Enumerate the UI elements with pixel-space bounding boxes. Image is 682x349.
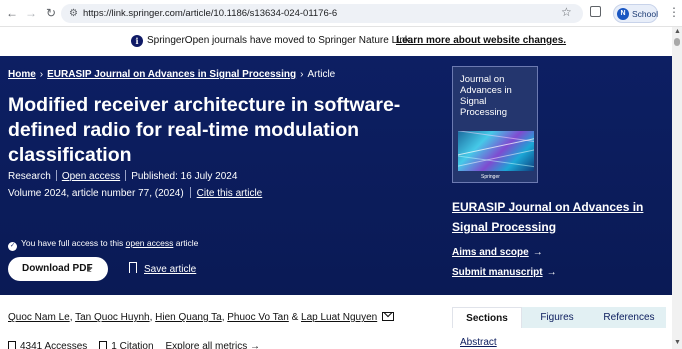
- citation-count: 1 Citation: [111, 341, 154, 349]
- check-circle-icon: ✓: [8, 242, 17, 251]
- access-note-link[interactable]: open access: [126, 238, 174, 248]
- download-pdf-button[interactable]: Download PDF ⤓: [8, 257, 108, 281]
- article-meta: Research Open access Published: 16 July 20…: [8, 170, 237, 183]
- cover-title: Journal on Advances in Signal Processing: [460, 74, 536, 118]
- published-date: Published: 16 July 2024: [131, 171, 238, 182]
- save-article-button[interactable]: Save article: [129, 262, 196, 277]
- profile-label: School: [632, 9, 658, 19]
- tab-references[interactable]: References: [592, 307, 666, 328]
- scroll-thumb[interactable]: [674, 38, 680, 46]
- cover-title-line: Journal on: [460, 74, 505, 85]
- author-link[interactable]: Lap Luat Nguyen: [301, 312, 377, 323]
- author-link[interactable]: Hien Quang Ta: [155, 312, 222, 323]
- browser-toolbar: ← → ↻ ⚙ https://link.springer.com/articl…: [0, 0, 682, 27]
- aims-scope-link[interactable]: Aims and scope →: [452, 246, 543, 259]
- explore-metrics-link[interactable]: Explore all metrics: [166, 341, 248, 349]
- bookmark-icon: [129, 262, 137, 273]
- bookmark-star-icon[interactable]: ☆: [561, 5, 572, 19]
- address-bar[interactable]: ⚙ https://link.springer.com/article/10.1…: [61, 4, 583, 23]
- reload-icon[interactable]: ↻: [43, 5, 59, 21]
- notice-link[interactable]: Learn more about website changes.: [396, 34, 566, 48]
- forward-arrow-icon[interactable]: →: [23, 5, 39, 21]
- page-scrollbar[interactable]: [672, 27, 682, 349]
- article-volume-line: Volume 2024, article number 77, (2024) Ci…: [8, 187, 262, 200]
- journal-name-link[interactable]: EURASIP Journal on Advances in Signal Pr…: [452, 197, 667, 237]
- submit-manuscript-link[interactable]: Submit manuscript →: [452, 266, 557, 279]
- profile-button[interactable]: N School: [613, 4, 658, 23]
- metrics-bar: 4341 Accesses 1 Citation Explore all metri…: [8, 340, 260, 349]
- accesses-icon: [8, 341, 16, 349]
- article-tabs: Sections Figures References: [452, 307, 666, 328]
- aims-scope-label: Aims and scope: [452, 247, 529, 258]
- scroll-up-icon[interactable]: ▲: [674, 28, 681, 35]
- cover-publisher: Springer: [481, 174, 500, 180]
- cite-article-link[interactable]: Cite this article: [197, 188, 263, 199]
- cover-title-line: Signal Processing: [460, 96, 507, 118]
- info-icon: i: [131, 35, 143, 47]
- back-arrow-icon[interactable]: ←: [4, 5, 20, 21]
- tab-figures[interactable]: Figures: [522, 307, 592, 328]
- site-info-icon[interactable]: ⚙: [67, 7, 80, 20]
- breadcrumb-home[interactable]: Home: [8, 69, 36, 80]
- author-list: Quoc Nam Le, Tan Quoc Huynh, Hien Quang …: [8, 311, 395, 324]
- open-access-link[interactable]: Open access: [62, 171, 120, 182]
- chevron-right-icon: ›: [39, 69, 44, 80]
- article-header: Home › EURASIP Journal on Advances in Sign…: [0, 56, 672, 295]
- access-note-prefix: You have full access to this: [21, 238, 124, 248]
- access-note-suffix: article: [175, 238, 199, 248]
- arrow-right-icon: →: [250, 341, 260, 349]
- chevron-right-icon: ›: [300, 69, 304, 80]
- extensions-icon[interactable]: [590, 6, 601, 17]
- cover-title-line: Advances in: [460, 85, 512, 96]
- arrow-right-icon: →: [546, 267, 557, 278]
- accesses-count: 4341 Accesses: [20, 341, 88, 349]
- avatar: N: [617, 8, 629, 20]
- notice-text: SpringerOpen journals have moved to Spri…: [147, 35, 413, 46]
- email-icon[interactable]: [382, 312, 395, 321]
- divider: [55, 170, 57, 181]
- download-icon: ⤓: [87, 263, 92, 274]
- author-link[interactable]: Quoc Nam Le: [8, 312, 70, 323]
- cover-artwork: [458, 131, 534, 171]
- divider: [189, 187, 191, 198]
- tab-sections[interactable]: Sections: [452, 307, 522, 328]
- divider: [125, 170, 127, 181]
- arrow-right-icon: →: [532, 247, 543, 258]
- breadcrumb: Home › EURASIP Journal on Advances in Sign…: [8, 68, 335, 81]
- page-title: Modified receiver architecture in softwa…: [8, 94, 401, 166]
- submit-manuscript-label: Submit manuscript: [452, 267, 543, 278]
- journal-cover[interactable]: Journal on Advances in Signal Processing…: [452, 66, 538, 183]
- save-article-label: Save article: [144, 264, 197, 275]
- article-type: Research: [8, 171, 51, 182]
- breadcrumb-current: Article: [307, 69, 336, 80]
- scroll-down-icon[interactable]: ▼: [674, 339, 681, 346]
- url-text[interactable]: https://link.springer.com/article/10.118…: [83, 7, 337, 20]
- access-note: ✓ You have full access to this open acces…: [8, 237, 198, 251]
- citation-icon: [99, 341, 108, 349]
- breadcrumb-journal[interactable]: EURASIP Journal on Advances in Signal Pr…: [47, 69, 296, 80]
- more-menu-icon[interactable]: ⋮: [668, 5, 680, 19]
- author-link[interactable]: Tan Quoc Huynh: [75, 312, 150, 323]
- section-link-abstract[interactable]: Abstract: [460, 336, 497, 349]
- download-pdf-label: Download PDF: [22, 263, 93, 274]
- author-link[interactable]: Phuoc Vo Tan: [227, 312, 289, 323]
- notice-banner: i SpringerOpen journals have moved to Sp…: [0, 27, 672, 56]
- article-volume: Volume 2024, article number 77, (2024): [8, 188, 184, 199]
